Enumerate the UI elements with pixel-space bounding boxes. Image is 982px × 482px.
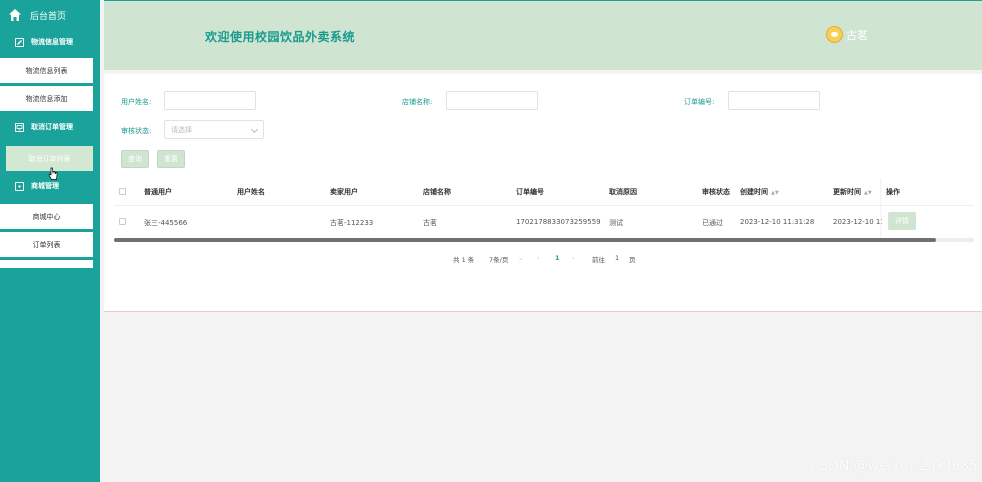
detail-button[interactable]: 详情 xyxy=(888,212,916,230)
sidebar: 后台首页 物流信息管理 物流信息列表 物流信息添加 取消订单管理 取消订单列表 … xyxy=(0,0,100,482)
sidebar-group-mall[interactable]: 商城管理 xyxy=(0,174,100,198)
column-header-created[interactable]: 创建时间 ▲▼ xyxy=(740,187,779,197)
select-all-checkbox[interactable] xyxy=(119,188,126,195)
sidebar-item-label: 订单列表 xyxy=(32,240,61,249)
column-header: 普通用户 xyxy=(144,188,172,196)
sidebar-item-partial[interactable] xyxy=(0,260,93,268)
next-page-icon[interactable]: › xyxy=(572,254,575,262)
main-panel: 用户姓名: 店铺名称: 订单编号: 审核状态: 请选择 查询 重置 普通用户 用… xyxy=(104,74,982,312)
sidebar-item-logistics-list[interactable]: 物流信息列表 xyxy=(0,58,93,83)
review-status-label: 审核状态: xyxy=(121,127,152,135)
sort-icon[interactable]: ▲▼ xyxy=(771,190,779,196)
column-header: 审核状态 xyxy=(702,188,730,196)
prev-page-icon[interactable]: ‹ xyxy=(537,254,540,262)
sort-icon[interactable]: ▲▼ xyxy=(864,190,872,196)
cell-review-status: 已通过 xyxy=(702,219,723,227)
table-row: 张三-445566 古茗-112233 古茗 17021788330732595… xyxy=(114,206,974,238)
monitor-icon xyxy=(15,122,24,132)
chevron-down-icon xyxy=(250,125,259,134)
grid-icon xyxy=(15,181,24,191)
sidebar-group-label: 物流信息管理 xyxy=(31,38,73,46)
sidebar-item-label: 商城中心 xyxy=(32,212,61,221)
page-suffix: 页 xyxy=(629,256,636,264)
sidebar-home[interactable]: 后台首页 xyxy=(0,0,100,30)
column-header: 卖家用户 xyxy=(330,188,358,196)
reset-button[interactable]: 重置 xyxy=(157,150,185,168)
username: 古茗 xyxy=(846,28,868,42)
column-header: 店铺名称 xyxy=(423,188,451,196)
user-name-input[interactable] xyxy=(164,91,256,110)
scrollbar-thumb[interactable] xyxy=(114,238,936,242)
sidebar-item-label: 物流信息添加 xyxy=(25,94,68,103)
column-header-label: 创建时间 xyxy=(740,188,768,196)
goto-label: 前往 xyxy=(592,256,605,264)
fixed-column-shadow xyxy=(880,178,882,238)
column-header-label: 更新时间 xyxy=(833,188,861,196)
sidebar-item-logistics-add[interactable]: 物流信息添加 xyxy=(0,86,93,111)
sidebar-group-label: 取消订单管理 xyxy=(31,123,73,131)
page-title: 欢迎使用校园饮品外卖系统 xyxy=(205,30,356,44)
column-header: 操作 xyxy=(886,187,910,197)
app-frame: 后台首页 物流信息管理 物流信息列表 物流信息添加 取消订单管理 取消订单列表 … xyxy=(0,0,982,482)
column-header: 取消原因 xyxy=(609,188,637,196)
user-menu[interactable]: 古茗 xyxy=(826,26,868,43)
header: 欢迎使用校园饮品外卖系统 古茗 xyxy=(104,0,982,70)
review-status-select[interactable]: 请选择 xyxy=(164,120,264,139)
page-size-chevron-icon: ⌄ xyxy=(518,254,524,262)
column-header-updated[interactable]: 更新时间 ▲▼ xyxy=(833,187,872,197)
sidebar-group-cancel-orders[interactable]: 取消订单管理 xyxy=(0,115,100,139)
edit-icon xyxy=(15,37,24,47)
row-checkbox[interactable] xyxy=(119,218,126,225)
goto-page-input[interactable]: 1 xyxy=(615,254,619,262)
current-page[interactable]: 1 xyxy=(555,254,560,262)
pagination: 共 1 条 7条/页 ⌄ ‹ 1 › 前往 1 页 xyxy=(104,254,982,266)
sidebar-item-label: 取消订单列表 xyxy=(28,154,71,163)
column-header: 用户姓名 xyxy=(237,188,265,196)
pagination-total: 共 1 条 xyxy=(453,256,475,264)
review-status-placeholder: 请选择 xyxy=(171,125,192,134)
cell-shop-name: 古茗 xyxy=(423,219,437,227)
sidebar-group-logistics[interactable]: 物流信息管理 xyxy=(0,30,100,54)
horizontal-scrollbar[interactable] xyxy=(114,238,974,242)
watermark: CSDN @weixin_ZYKJ985 xyxy=(809,458,978,474)
sidebar-home-label: 后台首页 xyxy=(30,11,67,22)
cell-order-no: 1702178833073259559 xyxy=(516,218,601,226)
user-name-label: 用户姓名: xyxy=(121,98,152,106)
query-button[interactable]: 查询 xyxy=(121,150,149,168)
sidebar-item-label: 物流信息列表 xyxy=(25,66,68,75)
column-header: 订单编号 xyxy=(516,188,544,196)
cell-seller-user: 古茗-112233 xyxy=(330,219,374,227)
order-no-label: 订单编号: xyxy=(684,98,715,106)
cell-cancel-reason: 测试 xyxy=(609,219,623,227)
shop-name-input[interactable] xyxy=(446,91,538,110)
page-size-select[interactable]: 7条/页 xyxy=(489,254,508,264)
home-icon xyxy=(9,9,21,21)
avatar xyxy=(826,26,843,43)
table-header: 普通用户 用户姓名 卖家用户 店铺名称 订单编号 取消原因 审核状态 创建时间 ▲… xyxy=(114,178,974,206)
cell-updated-at: 2023-12-10 11 xyxy=(833,218,885,226)
sidebar-group-label: 商城管理 xyxy=(31,182,59,190)
shop-name-label: 店铺名称: xyxy=(402,98,433,106)
sidebar-item-mall-center[interactable]: 商城中心 xyxy=(0,204,93,229)
sidebar-item-order-list[interactable]: 订单列表 xyxy=(0,232,93,257)
cell-created-at: 2023-12-10 11:31:28 xyxy=(740,218,815,226)
cell-normal-user: 张三-445566 xyxy=(144,219,188,227)
order-no-input[interactable] xyxy=(728,91,820,110)
